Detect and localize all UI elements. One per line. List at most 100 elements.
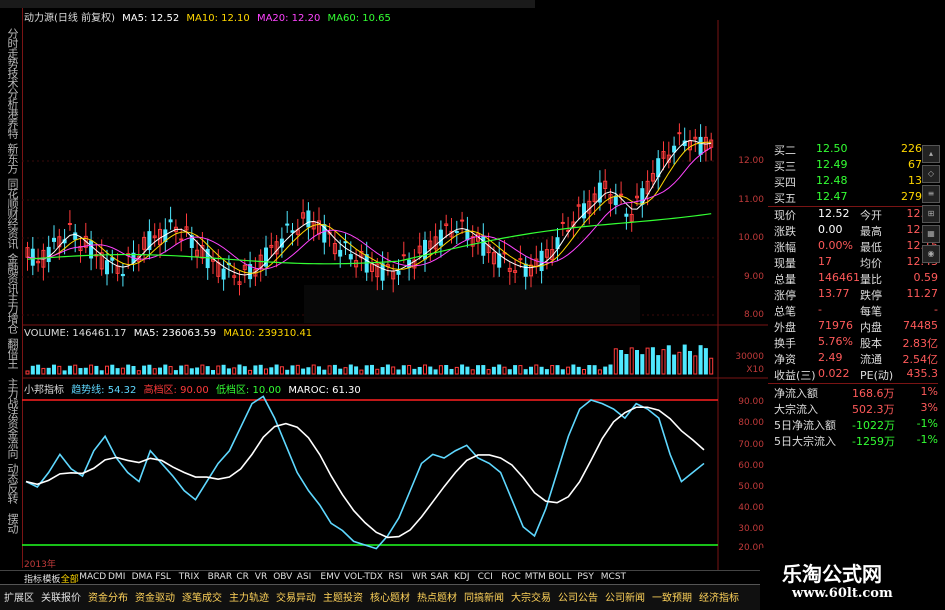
left-nav-item[interactable]: 同花顺 [4, 178, 20, 208]
volume-bar [126, 364, 131, 375]
bottom-tab[interactable]: 热点题材 [417, 589, 457, 604]
candle [624, 213, 629, 217]
indicator-tab[interactable]: VR [255, 572, 267, 582]
bottom-tab[interactable]: 逐笔成交 [182, 589, 222, 604]
bottom-tab[interactable]: 公司新闻 [605, 589, 645, 604]
candle [698, 136, 703, 155]
quote-row: 大宗流入 502.3万 3% [772, 401, 940, 417]
indicator-tab[interactable]: KDJ [454, 572, 470, 582]
indicator-tab[interactable]: ASI [297, 572, 312, 582]
stat-label: 收益(三) [774, 369, 816, 382]
indicator-tab[interactable]: MCST [601, 572, 626, 582]
bottom-tab[interactable]: 资金分布 [88, 589, 128, 604]
volume-bar [491, 366, 496, 375]
indicator-tab[interactable]: MTM [525, 572, 546, 582]
indicator-tab[interactable]: SAR [430, 572, 448, 582]
stat-value: 71976 [818, 319, 853, 332]
left-nav-item[interactable]: 主力战法 [4, 378, 20, 418]
bottom-tab[interactable]: 一致预期 [652, 589, 692, 604]
volume-bar [258, 364, 263, 375]
volume-bar [264, 368, 268, 375]
left-nav-item[interactable]: 金融资讯 [4, 253, 20, 293]
flow-pct: -1% [916, 417, 938, 430]
volume-bar [322, 369, 327, 375]
volume-bar [338, 368, 343, 375]
flow-label: 大宗流入 [774, 403, 818, 416]
bottom-tab[interactable]: 扩展区 [4, 589, 34, 604]
volume-bar [274, 364, 279, 375]
mini-button[interactable]: ◇ [922, 165, 940, 183]
indicator-tab[interactable]: VOL-TDX [344, 572, 383, 582]
bottom-tab[interactable]: 主力轨迹 [229, 589, 269, 604]
quote-row: 收益(三) 0.022 PE(动) 435.3 [772, 367, 940, 383]
volume-bar [476, 365, 480, 375]
volume-bar [613, 348, 618, 375]
volume-bar [163, 364, 168, 375]
indicator-tab[interactable]: DMA [132, 572, 153, 582]
candle [306, 210, 311, 228]
candle [613, 195, 618, 206]
volume-bar [518, 365, 523, 375]
indicator-tab[interactable]: CR [236, 572, 249, 582]
indicator-tab[interactable]: RSI [388, 572, 403, 582]
left-nav-item[interactable]: 资金流向 [4, 418, 20, 458]
mini-button[interactable]: ▦ [922, 225, 940, 243]
volume-bar [523, 369, 528, 375]
price-axis: 12.00 11.00 10.00 9.00 8.00 30000 X10 90… [718, 0, 768, 580]
quote-row: 涨幅0.00%最低12.15 [772, 239, 940, 255]
stat-value: 0.022 [818, 367, 850, 380]
volume-bar [110, 364, 115, 375]
stat-value: 146461 [818, 271, 860, 284]
indicator-tab[interactable]: FSL [155, 572, 171, 582]
indicator-tab[interactable]: TRIX [179, 572, 200, 582]
left-nav-item[interactable]: 分时走势 [4, 28, 20, 68]
bottom-tab[interactable]: 交易异动 [276, 589, 316, 604]
stat-value: 0.59 [913, 271, 939, 284]
indicator-tab[interactable]: ROC [501, 572, 521, 582]
date-axis-label: 2013年 [24, 560, 56, 570]
flow-value: 502.3万 [852, 403, 895, 416]
mini-button[interactable]: ≡ [922, 185, 940, 203]
stat-label: 每笔 [860, 305, 882, 318]
chart-canvas[interactable] [22, 20, 768, 580]
price-tick: 9.00 [743, 272, 764, 282]
indicator-tab[interactable]: DMI [108, 572, 125, 582]
indicator-tab[interactable]: BOLL [548, 572, 571, 582]
quote-row: 净流入额 168.6万 1% [772, 385, 940, 401]
left-nav-item[interactable]: 财经资讯 [4, 208, 20, 248]
bottom-tab[interactable]: 主题投资 [323, 589, 363, 604]
ind-tick: 30.00 [738, 524, 764, 534]
bottom-tab[interactable]: 核心题材 [370, 589, 410, 604]
left-nav-item[interactable]: 动态反转 [4, 463, 20, 503]
low-zone-label: 低档区: 10.00 [215, 385, 282, 396]
indicator-tab[interactable]: WR [412, 572, 427, 582]
left-nav-item[interactable]: 技术分析 [4, 68, 20, 108]
indicator-tab[interactable]: MACD [79, 572, 106, 582]
bottom-tab[interactable]: 同搞新闻 [464, 589, 504, 604]
indicator-tab[interactable]: PSY [577, 572, 594, 582]
candle [481, 235, 486, 256]
bottom-tab[interactable]: 经济指标 [699, 589, 739, 604]
bottom-tab[interactable]: 公司公告 [558, 589, 598, 604]
indicator-tab[interactable]: BRAR [208, 572, 232, 582]
left-nav-item[interactable]: 摆动 [4, 513, 20, 533]
indicator-tab[interactable]: EMV [320, 572, 340, 582]
candle [338, 249, 343, 257]
mini-button[interactable]: ▴ [922, 145, 940, 163]
mini-button[interactable]: ⊞ [922, 205, 940, 223]
volume-bar [412, 368, 417, 375]
ind-tick: 60.00 [738, 461, 764, 471]
bottom-tab[interactable]: 关联报价 [41, 589, 81, 604]
left-nav-item[interactable]: 主力增仓 [4, 293, 20, 333]
stat-label: PE(动) [860, 369, 894, 382]
bottom-tab[interactable]: 大宗交易 [511, 589, 551, 604]
indicator-tab[interactable]: OBV [273, 572, 292, 582]
left-nav-item[interactable]: 新东方 [4, 143, 20, 173]
left-nav-item[interactable]: 港养特 [4, 108, 20, 138]
mini-button[interactable]: ◉ [922, 245, 940, 263]
left-nav-item[interactable]: 翻倍王 [4, 338, 20, 368]
flow-label: 5日净流入额 [774, 419, 836, 432]
bottom-tab[interactable]: 资金驱动 [135, 589, 175, 604]
indicator-tab[interactable]: CCI [478, 572, 493, 582]
volume-bar [672, 354, 677, 375]
